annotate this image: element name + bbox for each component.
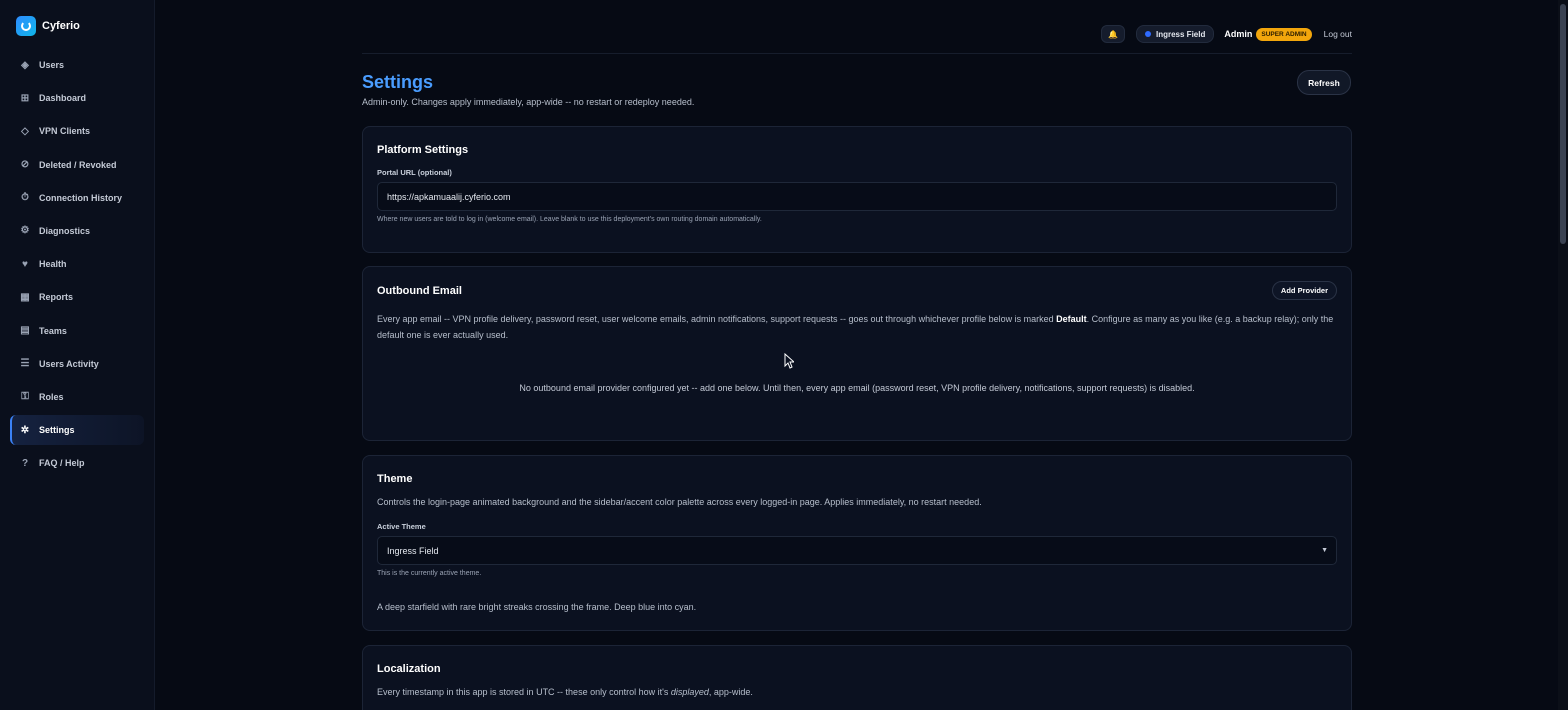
sidebar-item-label: Teams [39,325,67,336]
page-title: Settings [362,72,434,92]
sidebar-item-connection-history[interactable]: ⏱ Connection History [10,183,144,213]
sidebar-item-label: Health [39,259,67,270]
active-theme-value: Ingress Field [387,545,439,556]
scrollbar-thumb[interactable] [1560,4,1566,244]
theme-chip[interactable]: Ingress Field [1136,25,1215,43]
sidebar-item-label: Connection History [39,192,123,203]
sidebar-item-label: Diagnostics [39,225,91,236]
sidebar-item-roles[interactable]: ⚿ Roles [10,382,144,412]
ban-icon: ⊘ [20,159,30,171]
portal-url-input[interactable] [377,182,1337,211]
sidebar-item-reports[interactable]: ▦ Reports [10,282,144,312]
email-description-default: Default [1056,314,1087,324]
theme-dot-icon [1145,31,1151,37]
chevron-down-icon: ▼ [1321,547,1328,554]
portal-url-hint: Where new users are told to log in (welc… [377,216,762,223]
sidebar-item-users-activity[interactable]: ☰ Users Activity [10,349,144,379]
portal-url-label: Portal URL (optional) [377,168,452,177]
page-subtitle: Admin-only. Changes apply immediately, a… [362,97,695,107]
stopwatch-icon: ⏱ [21,192,29,204]
card-title: Outbound Email [377,285,462,297]
list-box-icon: ▤ [20,325,30,336]
diamond-outline-icon: ◇ [21,125,29,137]
localization-text-2: , app-wide. [708,687,753,697]
page-scrollbar[interactable] [1558,0,1568,710]
theme-chip-label: Ingress Field [1156,29,1206,39]
localization-card: Localization Every timestamp in this app… [362,645,1352,710]
active-theme-select[interactable]: Ingress Field ▼ [377,536,1337,565]
sidebar-item-settings[interactable]: ✲ Settings [10,415,144,446]
cog-icon: ⚙ [20,225,30,237]
brand-name: Cyferio [42,20,80,32]
card-title: Localization [377,663,441,675]
role-badge: SUPER ADMIN [1256,27,1312,41]
localization-italic: displayed [670,687,709,697]
sidebar-item-label: Dashboard [39,93,87,104]
card-title: Platform Settings [377,144,469,156]
sidebar-item-users[interactable]: ◈ Users [10,50,144,80]
localization-description: Every timestamp in this app is stored in… [377,685,1337,701]
refresh-button[interactable]: Refresh [1297,70,1351,95]
sidebar-item-vpn-clients[interactable]: ◇ VPN Clients [10,116,144,146]
top-bar-actions: 🔔 Ingress Field Admin SUPER ADMIN Log ou… [1101,24,1352,44]
email-empty-state: No outbound email provider configured ye… [519,383,1195,393]
lines-icon: ☰ [20,358,30,370]
outbound-email-card: Outbound Email Add Provider Every app em… [362,266,1352,441]
id-icon: ⚿ [21,391,29,403]
sidebar-item-label: Settings [39,425,75,436]
top-bar: 🔔 Ingress Field Admin SUPER ADMIN Log ou… [362,24,1352,54]
brand[interactable]: Cyferio [16,16,80,36]
email-description: Every app email -- VPN profile delivery,… [377,312,1337,343]
sidebar-item-faq-help[interactable]: ? FAQ / Help [10,448,144,478]
mouse-cursor-icon [784,353,794,369]
notifications-button[interactable]: 🔔 [1101,25,1125,43]
theme-card: Theme Controls the login-page animated b… [362,455,1352,631]
grid-icon: ⊞ [20,92,30,104]
user-name: Admin [1224,29,1253,39]
sidebar: Cyferio ◈ Users ⊞ Dashboard ◇ VPN Client… [0,0,155,710]
sidebar-item-label: VPN Clients [39,126,91,137]
heart-icon: ♥ [22,258,28,270]
theme-description: Controls the login-page animated backgro… [377,497,982,507]
sidebar-item-teams[interactable]: ▤ Teams [10,316,144,346]
sidebar-item-diagnostics[interactable]: ⚙ Diagnostics [10,216,144,246]
gear-icon: ✲ [20,424,30,436]
platform-settings-card: Platform Settings Portal URL (optional) … [362,126,1352,253]
bell-icon: 🔔 [1108,29,1118,39]
sidebar-item-deleted-revoked[interactable]: ⊘ Deleted / Revoked [10,150,144,180]
sidebar-item-label: Roles [39,391,64,402]
sidebar-item-label: Reports [39,292,74,303]
localization-text: Every timestamp in this app is stored in… [377,687,671,697]
card-title: Theme [377,473,413,485]
theme-detail: A deep starfield with rare bright streak… [377,602,697,612]
email-description-text: Every app email -- VPN profile delivery,… [377,314,1057,324]
sidebar-item-health[interactable]: ♥ Health [10,249,144,279]
sidebar-item-label: FAQ / Help [39,458,85,469]
active-theme-label: Active Theme [377,522,426,531]
logout-link[interactable]: Log out [1324,29,1352,39]
diamond-icon: ◈ [21,59,29,71]
question-icon: ? [21,457,29,469]
brand-logo-icon [16,16,36,36]
add-provider-button[interactable]: Add Provider [1271,281,1337,300]
sidebar-item-label: Users [39,60,65,70]
sidebar-nav: ◈ Users ⊞ Dashboard ◇ VPN Clients ⊘ Dele… [10,50,144,481]
table-icon: ▦ [20,291,30,303]
sidebar-item-label: Users Activity [39,358,99,369]
sidebar-item-label: Deleted / Revoked [39,159,117,170]
active-theme-hint: This is the currently active theme. [377,570,482,577]
sidebar-item-dashboard[interactable]: ⊞ Dashboard [10,83,144,113]
